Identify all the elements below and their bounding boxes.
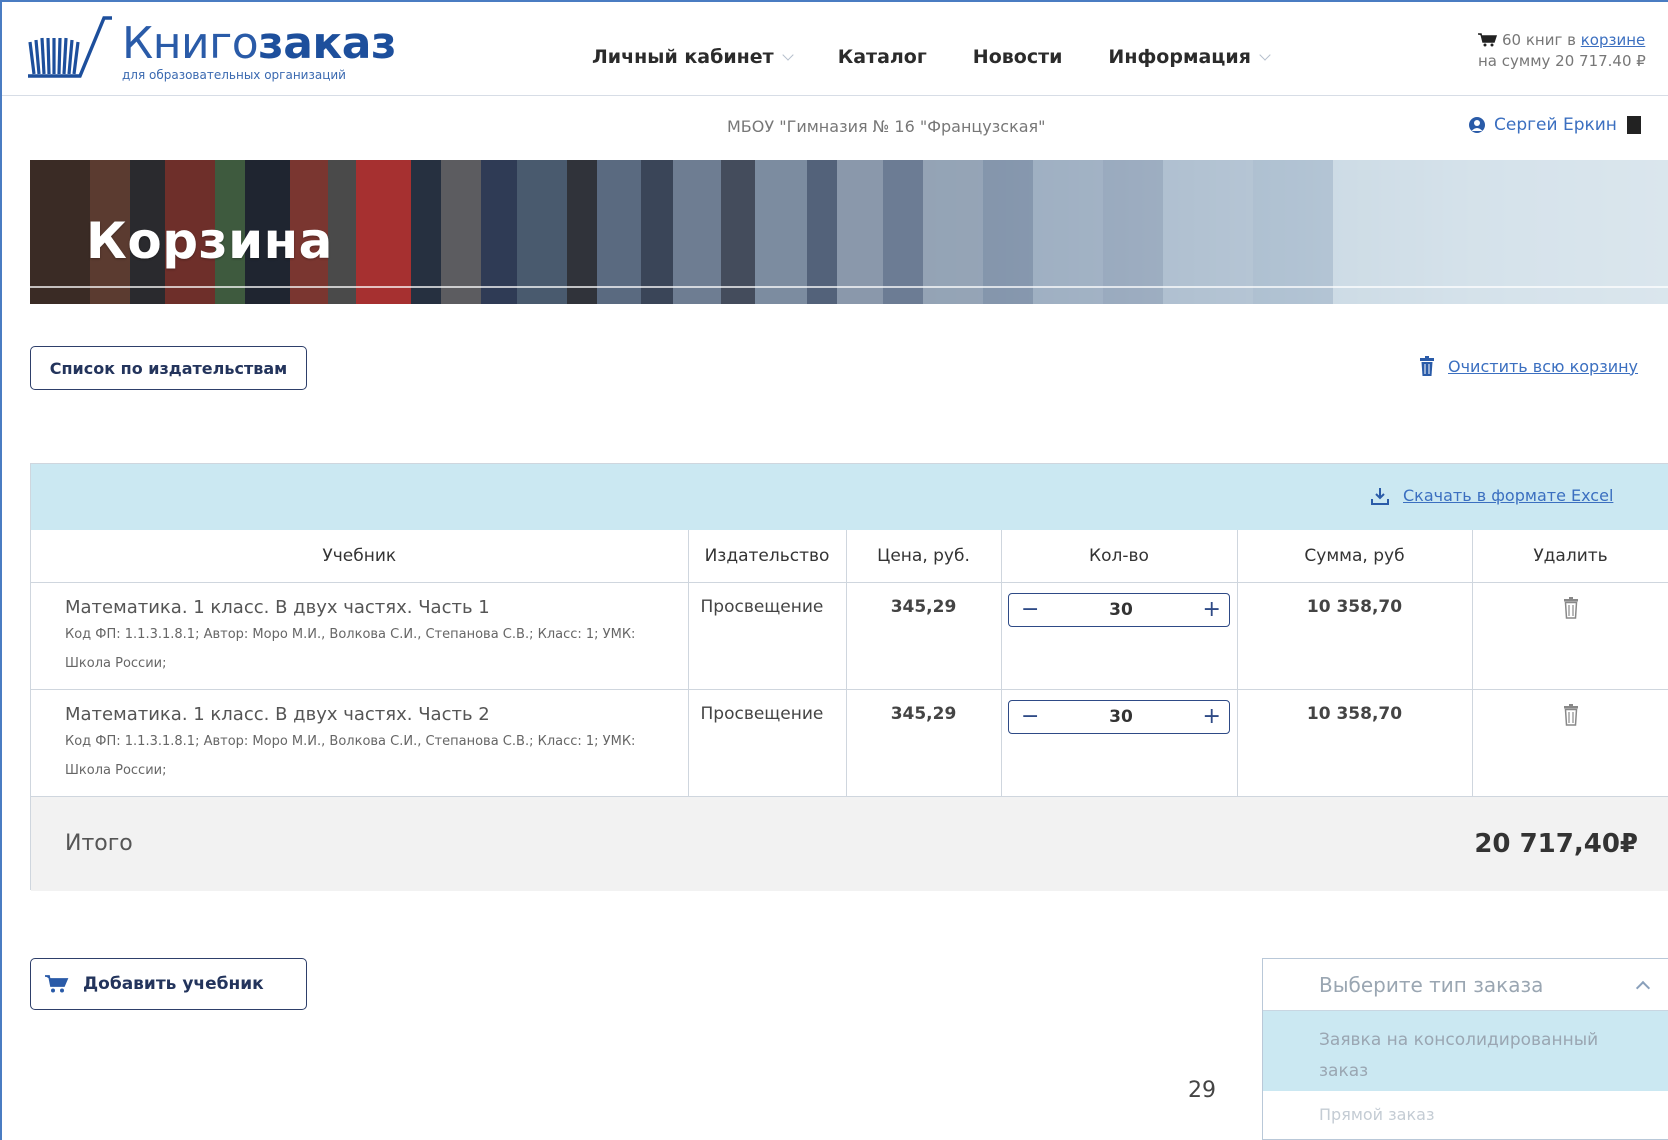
- user-profile-link[interactable]: Сергей Еркин: [1468, 115, 1641, 135]
- logo-title: Книгозаказ: [122, 18, 397, 69]
- page-number: 29: [1188, 1078, 1216, 1103]
- page-title: Корзина: [86, 212, 333, 270]
- quantity-value[interactable]: 30: [1109, 707, 1133, 727]
- increment-button[interactable]: +: [1203, 705, 1221, 728]
- nav-label: Информация: [1108, 46, 1251, 68]
- quantity-stepper: − 30 +: [1008, 699, 1230, 734]
- quantity-cell: − 30 +: [1001, 689, 1238, 797]
- cart-count-text: 60 книг в: [1502, 31, 1581, 49]
- price-cell: 345,29: [846, 689, 1002, 797]
- book-cell: Математика. 1 класс. В двух частях. Част…: [31, 582, 689, 690]
- nav-label: Каталог: [837, 46, 927, 68]
- chevron-down-icon: [782, 48, 794, 61]
- add-book-button[interactable]: Добавить учебник: [30, 958, 307, 1010]
- user-name: Сергей Еркин: [1494, 115, 1617, 135]
- column-header-book: Учебник: [31, 530, 689, 583]
- book-cell: Математика. 1 класс. В двух частях. Част…: [31, 689, 689, 797]
- download-excel-label: Скачать в формате Excel: [1403, 486, 1614, 505]
- increment-button[interactable]: +: [1203, 598, 1221, 621]
- logo-subtitle: для образовательных организаций: [122, 68, 346, 82]
- trash-icon[interactable]: [1563, 703, 1579, 726]
- quantity-stepper: − 30 +: [1008, 592, 1230, 627]
- nav-personal-account[interactable]: Личный кабинет: [592, 46, 794, 68]
- column-header-delete: Удалить: [1472, 530, 1668, 583]
- download-excel-link[interactable]: Скачать в формате Excel: [1371, 486, 1613, 505]
- user-icon: [1469, 117, 1485, 133]
- org-bar: МБОУ "Гимназия № 16 "Французская" Сергей…: [2, 97, 1668, 155]
- table-row: Математика. 1 класс. В двух частях. Част…: [31, 689, 1668, 797]
- chevron-up-icon: [1635, 980, 1651, 995]
- delete-cell: [1472, 582, 1668, 690]
- site-header: Книгозаказ для образовательных организац…: [2, 2, 1668, 96]
- total-label: Итого: [65, 830, 133, 856]
- order-option-direct[interactable]: Прямой заказ: [1263, 1091, 1668, 1140]
- chevron-down-icon: [1259, 48, 1271, 61]
- logout-icon[interactable]: [1626, 116, 1641, 134]
- price-cell: 345,29: [846, 582, 1002, 690]
- logo[interactable]: Книгозаказ для образовательных организац…: [24, 12, 397, 82]
- cart-icon: [45, 975, 69, 993]
- download-icon: [1371, 487, 1389, 505]
- trash-icon[interactable]: [1563, 596, 1579, 619]
- nav-information[interactable]: Информация: [1108, 46, 1271, 68]
- quantity-cell: − 30 +: [1001, 582, 1238, 690]
- sum-cell: 10 358,70: [1237, 582, 1473, 690]
- decrement-button[interactable]: −: [1021, 705, 1039, 728]
- table-row: Математика. 1 класс. В двух частях. Част…: [31, 582, 1668, 690]
- book-basket-logo-icon: [28, 16, 112, 78]
- column-header-price: Цена, руб.: [846, 530, 1002, 583]
- quantity-value[interactable]: 30: [1109, 600, 1133, 620]
- sum-cell: 10 358,70: [1237, 689, 1473, 797]
- total-row: Итого 20 717,40₽: [31, 796, 1668, 891]
- table-header-row: Учебник Издательство Цена, руб. Кол-во С…: [31, 530, 1668, 583]
- decrement-button[interactable]: −: [1021, 598, 1039, 621]
- order-type-select-head[interactable]: Выберите тип заказа: [1263, 959, 1668, 1011]
- add-book-label: Добавить учебник: [83, 974, 264, 994]
- cart-link[interactable]: корзине: [1581, 31, 1646, 49]
- order-type-placeholder: Выберите тип заказа: [1319, 972, 1544, 997]
- book-title[interactable]: Математика. 1 класс. В двух частях. Част…: [65, 704, 674, 725]
- delete-cell: [1472, 689, 1668, 797]
- nav-news[interactable]: Новости: [973, 46, 1063, 68]
- total-value: 20 717,40₽: [1474, 828, 1638, 859]
- order-option-consolidated[interactable]: Заявка на консолидированный заказ: [1263, 1011, 1668, 1091]
- nav-catalog[interactable]: Каталог: [838, 46, 927, 68]
- column-header-publisher: Издательство: [688, 530, 847, 583]
- publishers-list-button[interactable]: Список по издательствам: [30, 346, 307, 390]
- publisher-cell: Просвещение: [688, 689, 847, 797]
- page-banner: Корзина: [30, 160, 1668, 304]
- clear-cart-link[interactable]: Очистить всю корзину: [1420, 356, 1638, 376]
- book-meta: Код ФП: 1.1.3.1.8.1; Автор: Моро М.И., В…: [65, 626, 636, 671]
- main-nav: Личный кабинет Каталог Новости Информаци…: [592, 46, 1315, 68]
- book-title[interactable]: Математика. 1 класс. В двух частях. Част…: [65, 597, 674, 618]
- trash-icon: [1420, 356, 1434, 376]
- column-header-quantity: Кол-во: [1001, 530, 1238, 583]
- clear-cart-label: Очистить всю корзину: [1448, 356, 1639, 376]
- column-header-sum: Сумма, руб: [1237, 530, 1473, 583]
- nav-label: Личный кабинет: [592, 46, 774, 68]
- cart-table: Учебник Издательство Цена, руб. Кол-во С…: [31, 530, 1668, 797]
- book-meta: Код ФП: 1.1.3.1.8.1; Автор: Моро М.И., В…: [65, 733, 636, 778]
- order-type-select[interactable]: Выберите тип заказа Заявка на консолидир…: [1262, 958, 1668, 1140]
- organization-name: МБОУ "Гимназия № 16 "Французская": [727, 117, 1046, 136]
- publisher-cell: Просвещение: [688, 582, 847, 690]
- cart-summary: 60 книг в корзине на сумму 20 717.40 ₽: [1478, 30, 1646, 72]
- banner-divider: [30, 286, 1668, 288]
- cart-table-container: Скачать в формате Excel Учебник Издатель…: [30, 463, 1668, 891]
- nav-label: Новости: [972, 46, 1063, 68]
- cart-total-text: на сумму 20 717.40 ₽: [1478, 52, 1646, 70]
- table-toolbar: Скачать в формате Excel: [31, 464, 1668, 530]
- cart-icon: [1478, 33, 1498, 47]
